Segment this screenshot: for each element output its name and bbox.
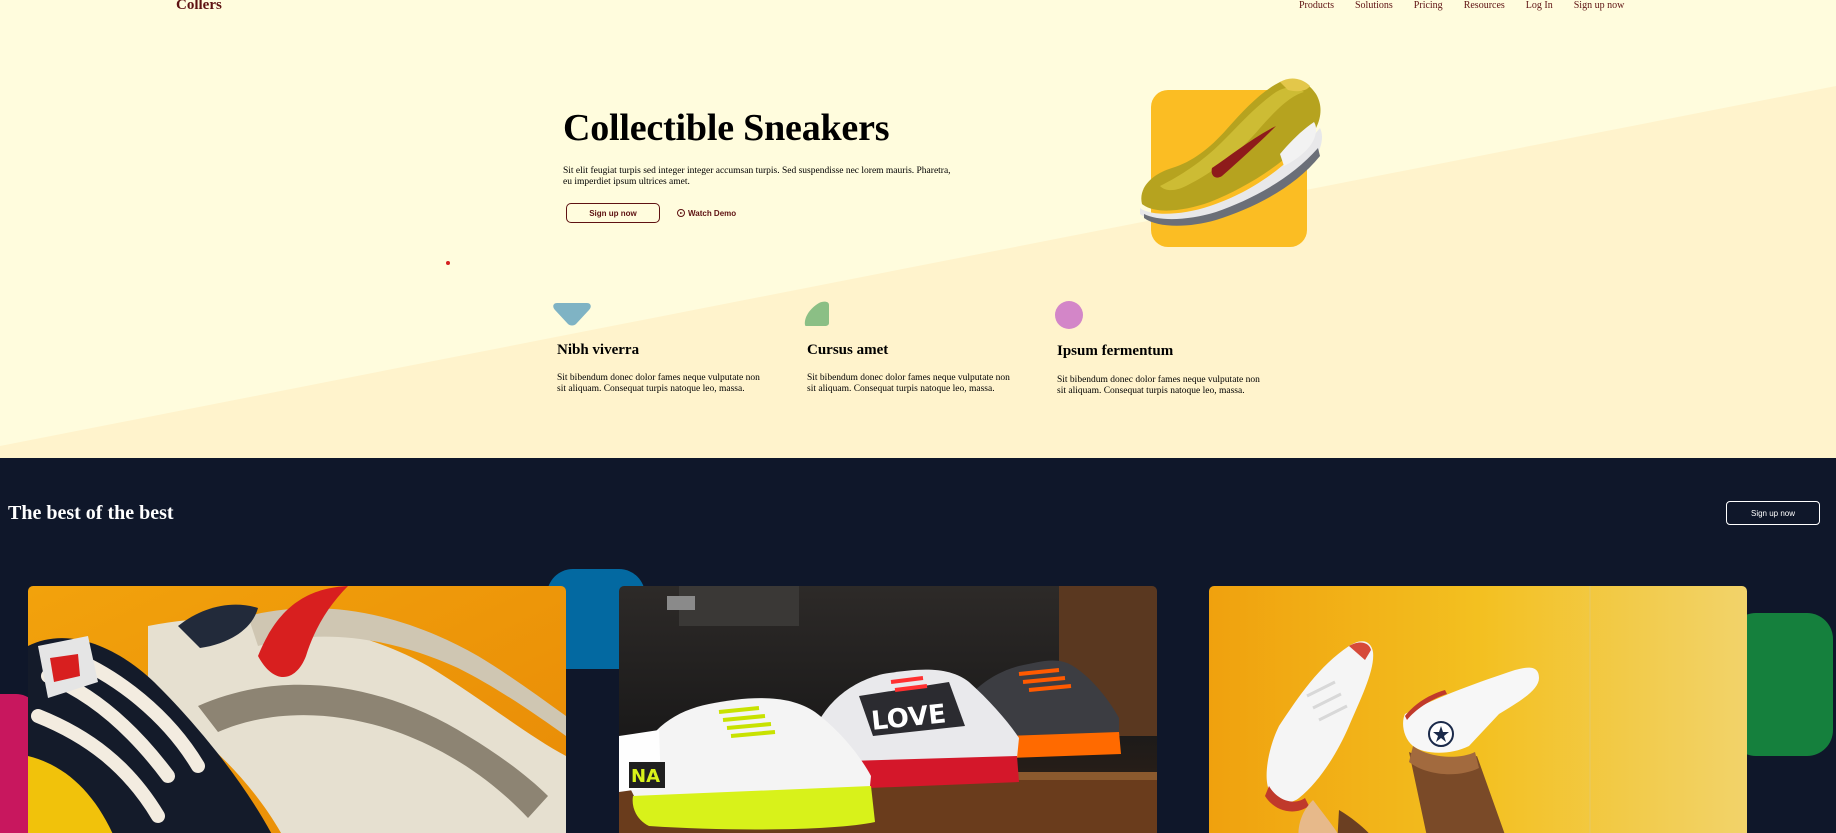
play-circle-icon — [677, 209, 685, 217]
hero-description: Sit elit feugiat turpis sed integer inte… — [563, 166, 951, 187]
nav-links: Products Solutions Pricing Resources Log… — [1299, 0, 1624, 11]
feature-description: Sit bibendum donec dolor fames neque vul… — [1057, 375, 1260, 396]
decorative-dot — [446, 261, 450, 265]
sneakers-shelf-photo[interactable]: LOVE NA — [619, 586, 1157, 833]
watch-demo-button[interactable]: Watch Demo — [677, 206, 736, 220]
showcase-title: The best of the best — [8, 502, 174, 524]
feature-title: Cursus amet — [807, 342, 889, 358]
hero-sneaker-image — [1140, 78, 1322, 226]
nav-link-products[interactable]: Products — [1299, 0, 1334, 11]
green-leaf-icon — [804, 301, 829, 326]
feature-title: Ipsum fermentum — [1057, 343, 1174, 359]
high-tops-photo[interactable] — [1209, 586, 1747, 833]
hero-title: Collectible Sneakers — [563, 107, 890, 149]
showcase-section: The best of the best Sign up now LOVE NA — [0, 458, 1836, 833]
brand-logo[interactable]: Collers — [176, 0, 222, 14]
feature-description: Sit bibendum donec dolor fames neque vul… — [807, 373, 1010, 394]
sneaker-closeup-photo[interactable] — [28, 586, 566, 833]
hero-signup-button[interactable]: Sign up now — [566, 203, 660, 223]
blue-badge-icon — [553, 303, 591, 326]
nav-link-solutions[interactable]: Solutions — [1355, 0, 1393, 11]
nav-link-login[interactable]: Log In — [1526, 0, 1553, 11]
svg-text:NA: NA — [631, 766, 660, 787]
feature-title: Nibh viverra — [557, 342, 640, 358]
watch-demo-label: Watch Demo — [688, 208, 737, 218]
feature-description: Sit bibendum donec dolor fames neque vul… — [557, 373, 760, 394]
showcase-signup-button[interactable]: Sign up now — [1726, 501, 1820, 525]
nav-link-resources[interactable]: Resources — [1464, 0, 1505, 11]
top-navigation: Collers Products Solutions Pricing Resou… — [0, 0, 1836, 20]
pink-circle-icon — [1055, 301, 1083, 329]
nav-link-pricing[interactable]: Pricing — [1414, 0, 1443, 11]
hero-section: Collers Products Solutions Pricing Resou… — [0, 0, 1836, 458]
nav-link-signup[interactable]: Sign up now — [1574, 0, 1625, 11]
